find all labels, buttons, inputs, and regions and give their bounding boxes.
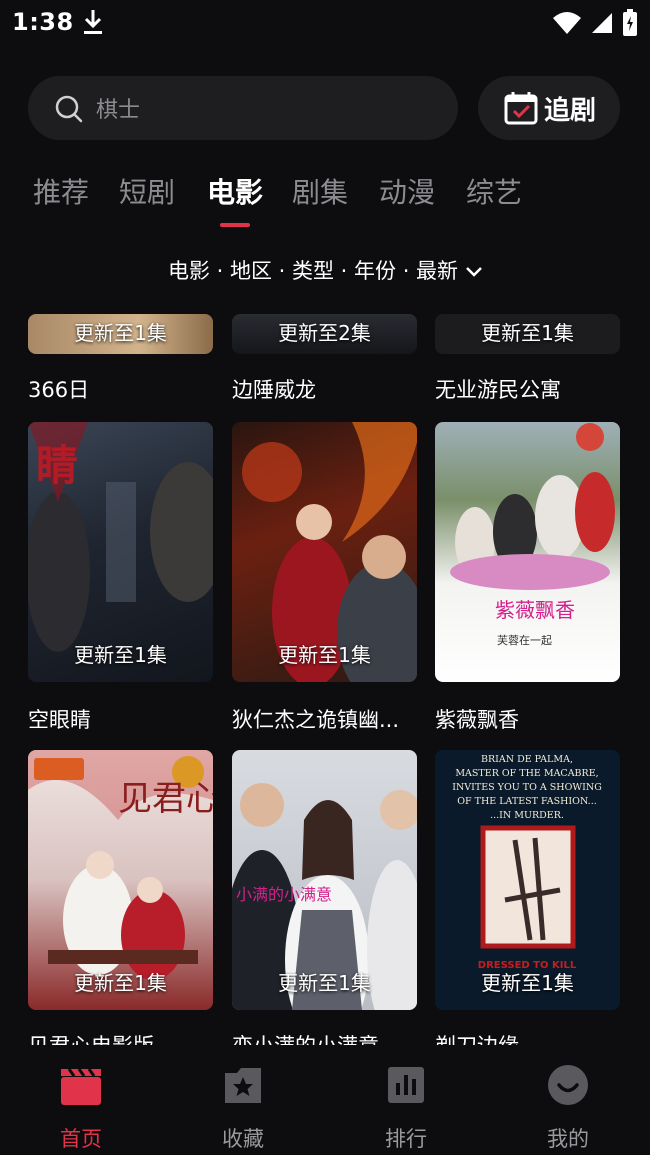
poster-text: 紫薇飘香 bbox=[495, 598, 575, 622]
filter-bar[interactable]: 电影 · 地区 · 类型 · 年份 · 最新 bbox=[0, 255, 650, 285]
category-tabs: 推荐 短剧 电影 剧集 动漫 综艺 bbox=[0, 165, 650, 227]
nav-label: 排行 bbox=[385, 1127, 427, 1151]
calendar-check-icon bbox=[504, 92, 538, 125]
episode-badge: 更新至1集 bbox=[74, 321, 167, 345]
movie-title[interactable]: 空眼睛 bbox=[28, 704, 213, 734]
poster-art: 紫薇飘香 芙蓉在一起 bbox=[450, 423, 615, 647]
episode-badge: 更新至1集 bbox=[278, 643, 371, 667]
movie-title[interactable]: 剃刀边缘 bbox=[435, 1030, 620, 1045]
movie-grid: 更新至1集 366日 更新至2集 边陲威龙 更新至1集 无业游民公寓 睛 更新至… bbox=[0, 300, 650, 1045]
episode-badge: 更新至1集 bbox=[278, 971, 371, 995]
search-icon bbox=[55, 95, 83, 123]
wifi-icon bbox=[553, 12, 581, 34]
nav-label: 首页 bbox=[60, 1127, 102, 1151]
tab-series[interactable]: 剧集 bbox=[292, 171, 348, 211]
movie-poster[interactable]: 小满的小满意 更新至1集 bbox=[232, 750, 417, 1010]
episode-badge: 更新至1集 bbox=[481, 321, 574, 345]
movie-poster[interactable]: 睛 更新至1集 bbox=[28, 422, 213, 682]
poster-line: BRIAN DE PALMA, bbox=[481, 754, 573, 765]
movie-poster[interactable]: 见君心 更新至1集 bbox=[28, 750, 213, 1010]
poster-line: OF THE LATEST FASHION... bbox=[457, 796, 597, 807]
nav-label: 收藏 bbox=[222, 1127, 264, 1151]
download-icon bbox=[84, 10, 102, 34]
movie-poster[interactable]: 紫薇飘香 芙蓉在一起 bbox=[435, 422, 620, 682]
status-time: 1:38 bbox=[12, 8, 74, 36]
movie-title[interactable]: 见君心电影版 bbox=[28, 1030, 213, 1045]
poster-line: MASTER OF THE MACABRE, bbox=[455, 768, 598, 779]
movie-poster[interactable]: 更新至1集 bbox=[28, 314, 213, 354]
poster-text: 睛 bbox=[36, 441, 78, 490]
episode-badge: 更新至1集 bbox=[481, 971, 574, 995]
episode-badge: 更新至1集 bbox=[74, 643, 167, 667]
nav-label: 我的 bbox=[547, 1127, 589, 1151]
star-box-icon bbox=[225, 1068, 261, 1103]
movie-poster[interactable]: 更新至1集 bbox=[232, 422, 417, 682]
poster-text: 见君心 bbox=[118, 779, 213, 819]
movie-poster[interactable]: 更新至1集 bbox=[435, 314, 620, 354]
filter-text[interactable]: 电影 · 地区 · 类型 · 年份 · 最新 bbox=[168, 259, 458, 283]
active-tab-indicator bbox=[220, 223, 250, 227]
nav-home[interactable]: 首页 bbox=[31, 1063, 131, 1153]
follow-button[interactable]: 追剧 bbox=[478, 76, 620, 140]
nav-profile[interactable]: 我的 bbox=[518, 1063, 618, 1153]
search-placeholder[interactable]: 棋士 bbox=[96, 92, 140, 124]
tab-anime[interactable]: 动漫 bbox=[379, 171, 435, 211]
movie-title[interactable]: 边陲威龙 bbox=[232, 374, 417, 404]
poster-line: ...IN MURDER. bbox=[490, 810, 564, 821]
poster-text: 小满的小满意 bbox=[236, 885, 332, 904]
signal-icon bbox=[592, 13, 612, 33]
tab-short-drama[interactable]: 短剧 bbox=[119, 171, 175, 211]
search-bar[interactable]: 棋士 bbox=[28, 76, 458, 140]
movie-poster[interactable]: 更新至2集 bbox=[232, 314, 417, 354]
tab-movie[interactable]: 电影 bbox=[207, 171, 263, 211]
smile-face-icon bbox=[548, 1065, 588, 1105]
movie-title[interactable]: 紫薇飘香 bbox=[435, 704, 620, 734]
chevron-down-icon bbox=[466, 267, 482, 277]
battery-icon bbox=[623, 9, 637, 36]
bar-chart-icon bbox=[388, 1067, 424, 1103]
tab-variety[interactable]: 综艺 bbox=[466, 171, 522, 211]
movie-poster[interactable]: BRIAN DE PALMA, MASTER OF THE MACABRE, I… bbox=[435, 750, 620, 1010]
poster-line: INVITES YOU TO A SHOWING bbox=[452, 782, 602, 793]
nav-ranking[interactable]: 排行 bbox=[356, 1063, 456, 1153]
tab-recommend[interactable]: 推荐 bbox=[33, 171, 89, 211]
movie-title[interactable]: 无业游民公寓 bbox=[435, 374, 620, 404]
status-bar: 1:38 bbox=[0, 0, 650, 44]
movie-title[interactable]: 狄仁杰之诡镇幽... bbox=[232, 704, 417, 734]
movie-title[interactable]: 366日 bbox=[28, 374, 213, 404]
bottom-nav: 首页 收藏 排行 我的 bbox=[0, 1045, 650, 1155]
episode-badge: 更新至2集 bbox=[278, 321, 371, 345]
nav-favorites[interactable]: 收藏 bbox=[193, 1063, 293, 1153]
clapperboard-icon bbox=[61, 1068, 101, 1105]
poster-subtext: 芙蓉在一起 bbox=[497, 633, 552, 647]
movie-title[interactable]: 恋小满的小满意 bbox=[232, 1030, 417, 1045]
episode-badge: 更新至1集 bbox=[74, 971, 167, 995]
follow-label: 追剧 bbox=[544, 96, 597, 126]
